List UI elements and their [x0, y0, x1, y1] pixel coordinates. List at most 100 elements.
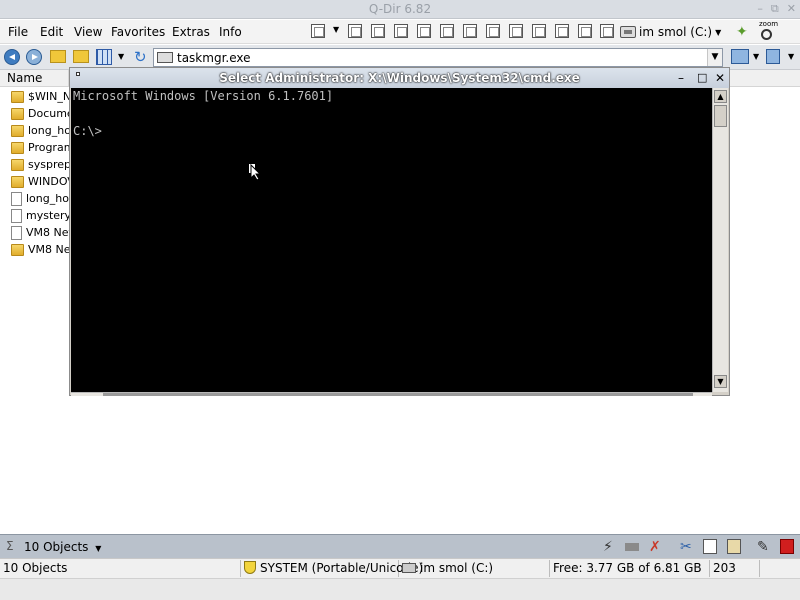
close-icon[interactable]: ✕: [787, 2, 796, 16]
layout-11-icon[interactable]: [578, 24, 592, 38]
window-title: Q-Dir 6.82: [368, 2, 432, 16]
edit-icon[interactable]: ✎: [757, 539, 771, 555]
status-drive-label: im smol (C:): [420, 561, 494, 575]
folder-up-icon[interactable]: [50, 50, 66, 63]
status-user: SYSTEM (Portable/Unicode): [241, 560, 423, 577]
paste-icon[interactable]: [727, 539, 741, 554]
status-drive: im smol (C:): [399, 560, 550, 577]
file-name: VM8 Net: [26, 226, 73, 239]
layout-4-icon[interactable]: [417, 24, 431, 38]
drive-select[interactable]: im smol (C:) ▼: [620, 23, 721, 41]
layout-5-icon[interactable]: [440, 24, 454, 38]
layout-6-icon[interactable]: [463, 24, 477, 38]
delete-icon[interactable]: ✗: [649, 539, 663, 555]
layout-7-icon[interactable]: [486, 24, 500, 38]
drive-icon[interactable]: [625, 543, 639, 551]
file-list-item[interactable]: long_hor: [11, 190, 73, 207]
layout-icon[interactable]: [311, 24, 325, 38]
drive-select-label: im smol (C:): [639, 25, 713, 39]
status-bar: 10 Objects SYSTEM (Portable/Unicode) im …: [0, 558, 800, 578]
shield-icon: [244, 561, 256, 574]
favorite-star-icon[interactable]: ✦: [736, 24, 748, 40]
window-titlebar: Q-Dir 6.82 – ⧉ ✕: [0, 0, 800, 19]
file-list-item[interactable]: Program: [11, 139, 74, 156]
menu-info[interactable]: Info: [219, 25, 242, 39]
chevron-down-icon: ▼: [95, 544, 102, 553]
column-name-header[interactable]: Name: [7, 71, 42, 85]
address-value: taskmgr.exe: [177, 51, 251, 65]
forward-arrow-icon[interactable]: [26, 49, 42, 65]
menu-file[interactable]: File: [8, 25, 28, 39]
maximize-icon[interactable]: □: [697, 71, 707, 84]
file-list-item[interactable]: VM8 Net: [11, 241, 75, 258]
file-name: WINDOV: [28, 175, 75, 188]
cmd-horizontal-scrollbar[interactable]: [71, 392, 712, 396]
folder-icon: [11, 124, 24, 137]
layout-3-icon[interactable]: [394, 24, 408, 38]
file-list-item[interactable]: $WIN_N: [11, 88, 71, 105]
file-list-item[interactable]: mystery: [11, 207, 71, 224]
chevron-down-icon[interactable]: ▼: [118, 52, 124, 61]
refresh-icon[interactable]: ↻: [134, 48, 147, 66]
file-icon: [11, 191, 22, 206]
objects-count[interactable]: 10 Objects ▼: [24, 540, 101, 554]
layout-8-icon[interactable]: [509, 24, 523, 38]
menu-extras[interactable]: Extras: [172, 25, 210, 39]
status-free-space: Free: 3.77 GB of 6.81 GB: [550, 560, 710, 577]
chevron-down-icon[interactable]: ▼: [753, 52, 759, 61]
file-list-item[interactable]: VM8 Net: [11, 224, 73, 241]
console-prompt: C:\>: [73, 124, 102, 138]
status-objects: 10 Objects: [0, 560, 241, 577]
console-line: Microsoft Windows [Version 6.1.7601]: [73, 89, 334, 103]
address-dropdown-icon[interactable]: ▼: [707, 49, 722, 66]
layout-10-icon[interactable]: [555, 24, 569, 38]
file-list-item[interactable]: long_hor: [11, 122, 75, 139]
minimize-icon[interactable]: –: [678, 71, 684, 85]
file-icon: [11, 208, 22, 223]
cut-icon[interactable]: ✂: [680, 539, 694, 555]
folder-icon: [11, 243, 24, 256]
pane-view-icon[interactable]: [731, 49, 749, 64]
chevron-down-icon[interactable]: ▼: [788, 52, 794, 61]
copy-icon[interactable]: [703, 539, 717, 554]
file-name: Program: [28, 141, 75, 154]
scroll-thumb[interactable]: [103, 393, 693, 396]
back-arrow-icon[interactable]: [4, 49, 20, 65]
file-name: sysprep: [28, 158, 71, 171]
layout-2-icon[interactable]: [371, 24, 385, 38]
new-folder-icon[interactable]: [73, 50, 89, 63]
file-list-item[interactable]: sysprep: [11, 156, 71, 173]
menu-edit[interactable]: Edit: [40, 25, 63, 39]
status-number: 203: [710, 560, 760, 577]
view-mode-icon[interactable]: [96, 49, 112, 65]
scroll-thumb[interactable]: [714, 105, 727, 127]
objects-toolbar: Σ 10 Objects ▼ ⚡ ✗ ✂ ✎: [0, 534, 800, 558]
file-name: long_hor: [26, 192, 74, 205]
menu-favorites[interactable]: Favorites: [111, 25, 165, 39]
scroll-up-icon[interactable]: ▲: [714, 90, 727, 103]
network-icon[interactable]: [766, 49, 780, 64]
close-pane-icon[interactable]: [780, 539, 794, 554]
window-controls: – ⧉ ✕: [757, 2, 796, 16]
cmd-vertical-scrollbar[interactable]: ▲ ▼: [712, 88, 728, 392]
zoom-icon[interactable]: zoom: [758, 20, 778, 42]
file-list-item[interactable]: WINDOV: [11, 173, 75, 190]
chevron-down-icon[interactable]: ▼: [333, 25, 339, 34]
scroll-down-icon[interactable]: ▼: [714, 375, 727, 388]
layout-9-icon[interactable]: [532, 24, 546, 38]
minimize-icon[interactable]: –: [757, 2, 763, 16]
layout-1-icon[interactable]: [348, 24, 362, 38]
mouse-cursor-icon: [249, 164, 261, 181]
file-name: mystery: [26, 209, 72, 222]
lightning-icon[interactable]: ⚡: [603, 539, 617, 555]
layout-12-icon[interactable]: [600, 24, 614, 38]
cmd-titlebar[interactable]: Select Administrator: X:\Windows\System3…: [70, 68, 729, 88]
console-output[interactable]: Microsoft Windows [Version 6.1.7601] C:\…: [71, 88, 712, 392]
objects-count-label: 10 Objects: [24, 540, 89, 554]
menubar: File Edit View Favorites Extras Info ▼ i…: [0, 20, 800, 44]
close-icon[interactable]: ✕: [715, 71, 725, 85]
restore-icon[interactable]: ⧉: [771, 2, 779, 16]
menu-view[interactable]: View: [74, 25, 102, 39]
address-input[interactable]: taskmgr.exe ▼: [153, 48, 723, 67]
file-name: VM8 Net: [28, 243, 75, 256]
